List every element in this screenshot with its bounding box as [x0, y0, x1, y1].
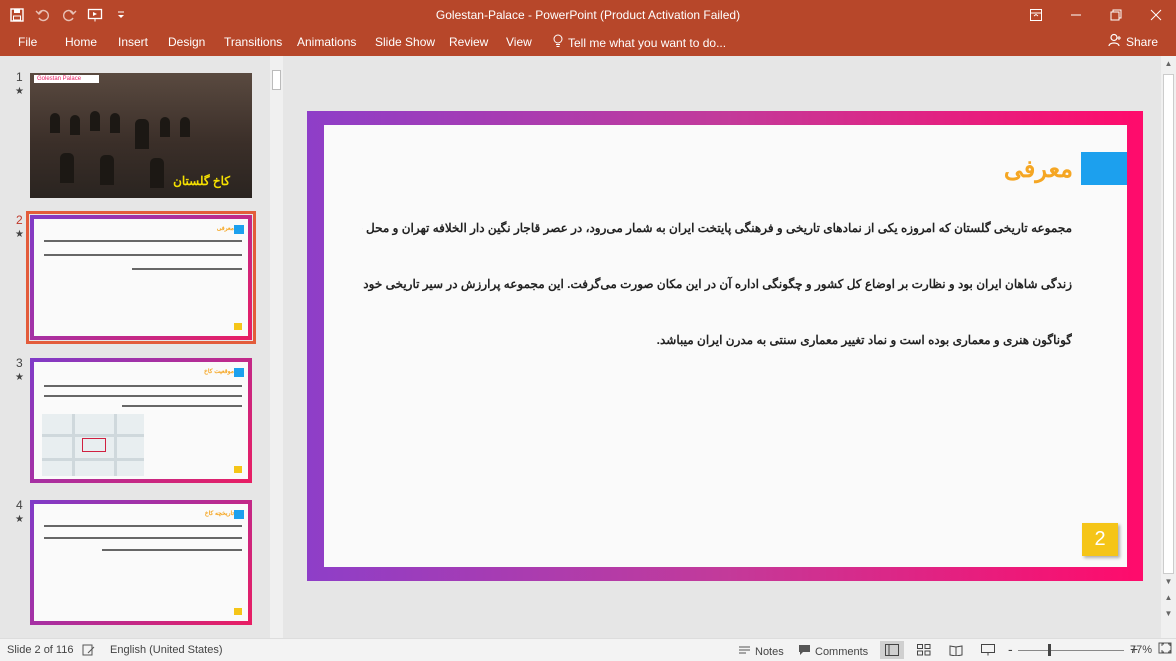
previous-slide-icon[interactable]: ▲: [1163, 592, 1174, 603]
close-icon[interactable]: [1136, 0, 1176, 30]
spell-check-icon[interactable]: [82, 644, 95, 656]
share-button[interactable]: Share: [1108, 33, 1158, 50]
slide-thumbnail-3[interactable]: موقعیت کاخ: [30, 358, 252, 483]
next-slide-icon[interactable]: ▼: [1163, 608, 1174, 619]
slide-title[interactable]: معرفی: [1004, 155, 1073, 184]
comments-label: Comments: [815, 645, 869, 658]
thumbnail-number: 4: [16, 498, 23, 512]
reading-view-icon: [949, 645, 963, 656]
status-bar: Slide 2 of 116 English (United States) N…: [0, 638, 1176, 661]
body-line: زندگی شاهان ایران بود و نظارت بر اوضاع ک…: [362, 277, 1072, 291]
thumbnail-number: 1: [16, 70, 23, 84]
tab-review[interactable]: Review: [449, 35, 488, 49]
tab-home[interactable]: Home: [65, 35, 97, 49]
thumbnail-number: 3: [16, 356, 23, 370]
fit-slide-icon[interactable]: [1158, 640, 1172, 656]
window-controls: [1016, 0, 1176, 30]
animation-star-icon: ★: [15, 514, 24, 525]
notes-button[interactable]: Notes: [738, 644, 784, 659]
palace-photo: Golestan Palace کاخ گلستان: [30, 73, 252, 198]
body-line: گوناگون هنری و معماری بوده است و نماد تغ…: [656, 333, 1072, 347]
language-indicator[interactable]: English (United States): [110, 644, 223, 656]
tell-me-box[interactable]: Tell me what you want to do...: [552, 34, 726, 51]
thumbnail-title: Golestan Palace: [34, 75, 100, 83]
scrollbar-thumb[interactable]: [272, 70, 281, 90]
scroll-up-icon[interactable]: ▲: [1163, 58, 1174, 69]
slide-number-badge: 2: [1082, 523, 1118, 556]
thumbnail-title: موقعیت کاخ: [203, 369, 234, 375]
comment-icon: [798, 644, 811, 659]
tab-design[interactable]: Design: [168, 35, 205, 49]
slide-show-view-button[interactable]: [976, 641, 1000, 659]
restore-icon[interactable]: [1096, 0, 1136, 30]
slide-sorter-icon: [917, 644, 931, 656]
normal-view-button[interactable]: [880, 641, 904, 659]
ribbon-display-options-icon[interactable]: [1016, 0, 1056, 30]
slide-canvas[interactable]: معرفی مجموعه تاریخی گلستان که امروزه یکی…: [307, 111, 1143, 581]
tab-transitions[interactable]: Transitions: [224, 35, 282, 49]
tab-view[interactable]: View: [506, 35, 532, 49]
slide-show-icon: [981, 644, 995, 656]
slide-thumbnail-4[interactable]: تاریخچه کاخ: [30, 500, 252, 625]
share-label: Share: [1125, 34, 1158, 49]
thumbnail-title: تاریخچه کاخ: [204, 511, 234, 517]
reading-view-button[interactable]: [944, 641, 968, 659]
slide-editor: معرفی مجموعه تاریخی گلستان که امروزه یکی…: [283, 56, 1161, 638]
animation-star-icon: ★: [15, 86, 24, 97]
slide-counter[interactable]: Slide 2 of 116: [7, 644, 73, 656]
body-line: مجموعه تاریخی گلستان که امروزه یکی از نم…: [362, 221, 1072, 235]
zoom-percentage[interactable]: 77%: [1130, 644, 1152, 656]
notes-icon: [738, 644, 751, 659]
animation-star-icon: ★: [15, 372, 24, 383]
tell-me-text: Tell me what you want to do...: [568, 35, 727, 50]
minimize-icon[interactable]: [1056, 0, 1096, 30]
map-image: [42, 414, 144, 476]
thumbnail-title: معرفی: [216, 226, 234, 232]
title-accent-square: [1081, 152, 1127, 185]
slide-body-text[interactable]: مجموعه تاریخی گلستان که امروزه یکی از نم…: [362, 195, 1072, 349]
person-icon: [1108, 33, 1122, 50]
animation-star-icon: ★: [15, 229, 24, 240]
thumbnail-caption: کاخ گلستان: [173, 174, 230, 188]
tab-file[interactable]: File: [18, 35, 37, 49]
slide-thumbnail-pane: 1 ★ Golestan Palace کاخ گلستان 2 ★ معرفی: [0, 56, 270, 638]
notes-label: Notes: [755, 645, 784, 658]
tab-slide-show[interactable]: Slide Show: [375, 35, 435, 49]
editor-scrollbar[interactable]: ▲ ▼ ▲ ▼: [1161, 56, 1176, 638]
slide-thumbnail-2[interactable]: معرفی: [26, 211, 256, 344]
slide-content-area: معرفی مجموعه تاریخی گلستان که امروزه یکی…: [324, 125, 1127, 567]
tab-insert[interactable]: Insert: [118, 35, 148, 49]
thumbnail-number: 2: [16, 213, 23, 227]
thumbnail-scrollbar[interactable]: [270, 56, 283, 638]
title-bar: Golestan-Palace - PowerPoint (Product Ac…: [0, 0, 1176, 30]
zoom-slider[interactable]: [1018, 650, 1124, 651]
slide-thumbnail-1[interactable]: Golestan Palace کاخ گلستان: [30, 73, 252, 198]
scroll-down-icon[interactable]: ▼: [1163, 576, 1174, 587]
comments-button[interactable]: Comments: [798, 644, 868, 659]
lightbulb-icon: [552, 34, 564, 51]
tab-animations[interactable]: Animations: [297, 35, 356, 49]
zoom-out-button[interactable]: -: [1008, 641, 1013, 657]
scrollbar-thumb[interactable]: [1163, 74, 1174, 574]
zoom-slider-handle[interactable]: [1048, 644, 1051, 656]
slide-sorter-view-button[interactable]: [912, 641, 936, 659]
window-title: Golestan-Palace - PowerPoint (Product Ac…: [435, 8, 741, 22]
ribbon-tab-bar: File Home Insert Design Transitions Anim…: [0, 30, 1176, 56]
normal-view-icon: [885, 644, 899, 656]
